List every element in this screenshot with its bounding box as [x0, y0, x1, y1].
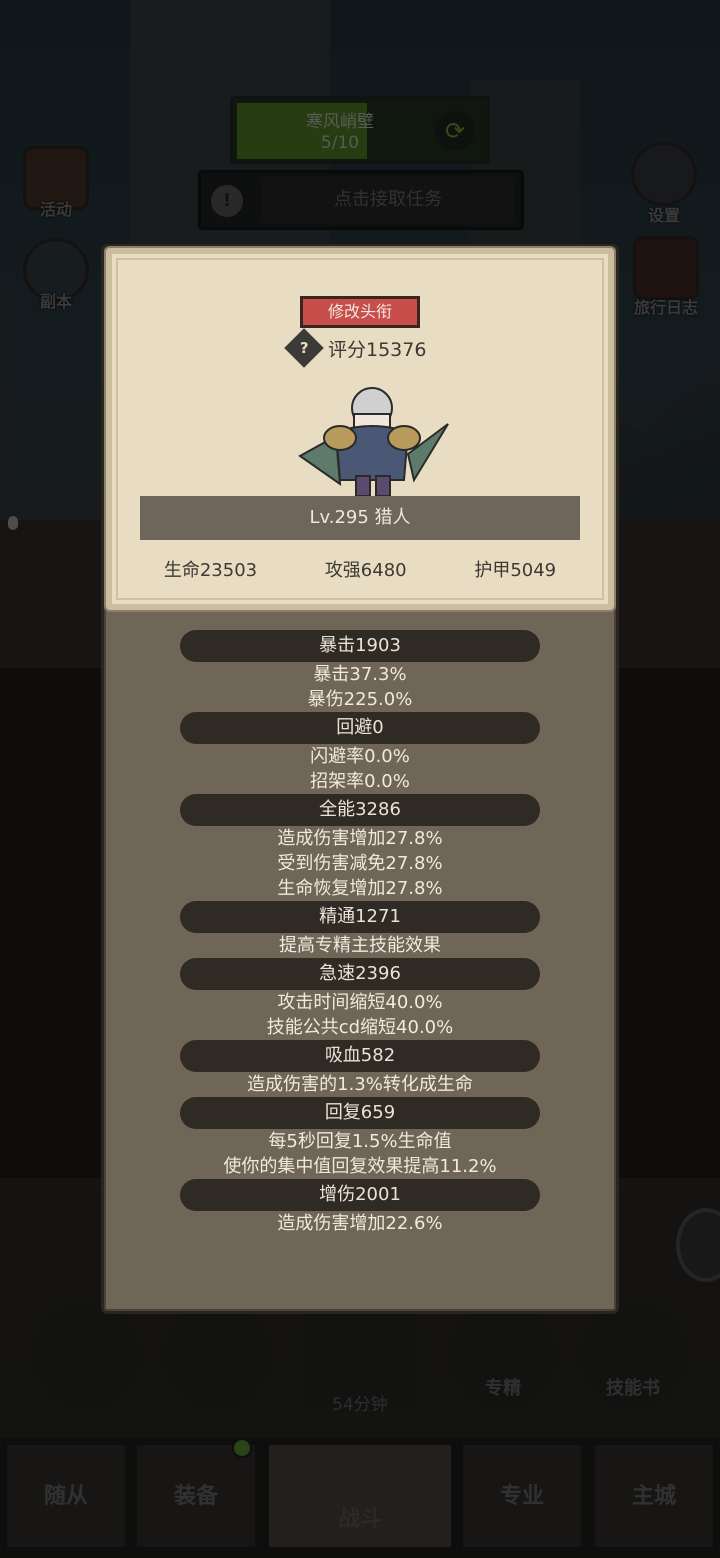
- change-title-button[interactable]: 修改头衔: [300, 296, 420, 328]
- character-avatar: [298, 387, 449, 497]
- attribute-detail-line: 造成伤害增加22.6%: [277, 1213, 443, 1234]
- attribute-detail-line: 攻击时间缩短40.0%: [277, 992, 443, 1013]
- stat-hp: 生命23503: [163, 560, 258, 581]
- score-value: 评分15376: [328, 338, 427, 361]
- attribute-detail-line: 使你的集中值回复效果提高11.2%: [223, 1156, 497, 1177]
- attribute-section-header: 暴击1903: [180, 630, 540, 662]
- attribute-detail-line: 生命恢复增加27.8%: [277, 878, 443, 899]
- attribute-section-header: 精通1271: [180, 901, 540, 933]
- attribute-detail-line: 造成伤害增加27.8%: [277, 828, 443, 849]
- help-icon[interactable]: ?: [284, 328, 324, 368]
- attribute-detail-line: 造成伤害的1.3%转化成生命: [247, 1074, 473, 1095]
- attribute-detail-line: 闪避率0.0%: [310, 746, 410, 767]
- attribute-section-header: 回复659: [180, 1097, 540, 1129]
- attribute-section-header: 回避0: [180, 712, 540, 744]
- attribute-detail-line: 受到伤害减免27.8%: [277, 853, 443, 874]
- stat-attack: 攻强6480: [324, 560, 407, 581]
- attribute-section-header: 吸血582: [180, 1040, 540, 1072]
- attribute-section-header: 增伤2001: [180, 1179, 540, 1211]
- attribute-detail-line: 提高专精主技能效果: [279, 935, 441, 956]
- score-row: ? 评分15376: [284, 328, 427, 368]
- attribute-detail-line: 每5秒回复1.5%生命值: [268, 1131, 452, 1152]
- base-stats-row: 生命23503 攻强6480 护甲5049: [130, 556, 590, 582]
- attribute-section-header: 急速2396: [180, 958, 540, 990]
- attribute-sections: 暴击1903 暴击37.3% 暴伤225.0% 回避0 闪避率0.0% 招架率0.0% 全能…: [180, 630, 540, 1236]
- attribute-section-header: 全能3286: [180, 794, 540, 826]
- attribute-detail-line: 暴伤225.0%: [307, 689, 413, 710]
- stat-armor: 护甲5049: [474, 560, 557, 581]
- attribute-detail-line: 招架率0.0%: [310, 771, 410, 792]
- character-name-bar: Lv.295 猎人: [140, 496, 580, 540]
- attribute-detail-line: 技能公共cd缩短40.0%: [266, 1017, 454, 1038]
- attribute-detail-line: 暴击37.3%: [313, 664, 407, 685]
